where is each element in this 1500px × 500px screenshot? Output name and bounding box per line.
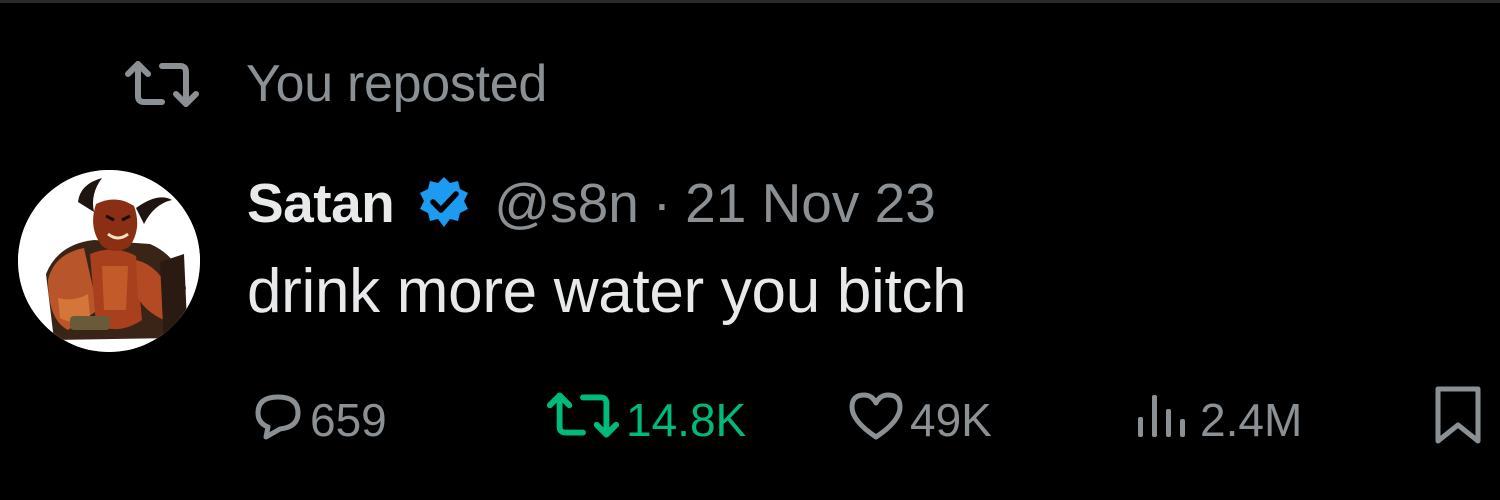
repost-button[interactable]: 14.8K: [544, 385, 746, 455]
author-display-name[interactable]: Satan: [247, 171, 395, 235]
header-separator: ·: [652, 172, 672, 234]
post-text: drink more water you bitch: [247, 257, 967, 326]
author-handle[interactable]: @s8n: [494, 171, 639, 235]
avatar[interactable]: [18, 170, 200, 352]
repost-icon: [122, 56, 202, 112]
heart-icon: [846, 387, 906, 454]
like-count: 49K: [910, 394, 992, 446]
action-bar: 659 14.8K 49K 2.4M: [0, 385, 1500, 455]
bookmark-button[interactable]: [1430, 385, 1486, 455]
repost-banner-label[interactable]: You reposted: [246, 54, 547, 114]
views-count: 2.4M: [1200, 394, 1303, 446]
verified-badge-icon[interactable]: [414, 173, 474, 233]
repost-count: 14.8K: [626, 394, 747, 446]
post-date[interactable]: 21 Nov 23: [685, 171, 936, 235]
post-header: Satan @s8n · 21 Nov 23: [247, 168, 936, 238]
like-button[interactable]: 49K: [846, 385, 992, 455]
top-divider: [0, 0, 1500, 3]
reply-count: 659: [310, 394, 387, 446]
analytics-icon: [1130, 387, 1196, 454]
repost-banner: You reposted: [122, 54, 547, 114]
reply-button[interactable]: 659: [250, 385, 387, 455]
views-button[interactable]: 2.4M: [1130, 385, 1302, 455]
bookmark-icon: [1430, 383, 1486, 458]
reply-icon: [250, 387, 306, 454]
repost-icon: [544, 387, 622, 454]
